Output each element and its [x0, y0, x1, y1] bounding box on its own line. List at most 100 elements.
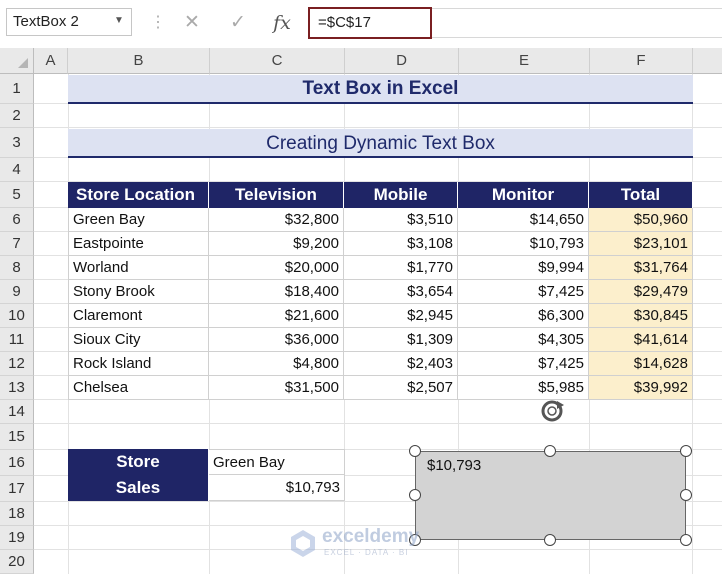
table-cell[interactable]: $50,960	[589, 208, 693, 232]
store-label[interactable]: Store	[68, 449, 209, 475]
row-header[interactable]: 11	[0, 328, 34, 352]
select-all-corner[interactable]	[0, 48, 34, 74]
row-header[interactable]: 6	[0, 208, 34, 232]
table-cell[interactable]: $3,654	[344, 280, 458, 304]
table-cell[interactable]: Green Bay	[68, 208, 209, 232]
watermark-tagline: EXCEL · DATA · BI	[324, 548, 409, 557]
enter-icon[interactable]: ✓	[226, 10, 250, 36]
chevron-down-icon[interactable]: ▼	[112, 13, 126, 29]
table-cell[interactable]: Claremont	[68, 304, 209, 328]
table-cell[interactable]: Sioux City	[68, 328, 209, 352]
row-header[interactable]: 12	[0, 352, 34, 376]
table-cell[interactable]: Stony Brook	[68, 280, 209, 304]
resize-handle-right[interactable]	[680, 489, 692, 501]
table-cell[interactable]: $5,985	[458, 376, 589, 400]
resize-handle-bottom[interactable]	[544, 534, 556, 546]
table-header-cell[interactable]: Store Location	[68, 182, 209, 208]
table-cell[interactable]: $18,400	[209, 280, 344, 304]
row-header[interactable]: 4	[0, 158, 34, 182]
column-header-a[interactable]: A	[34, 48, 68, 74]
resize-handle-top-right[interactable]	[680, 445, 692, 457]
table-cell[interactable]: $39,992	[589, 376, 693, 400]
table-header-cell[interactable]: Total Sales	[589, 182, 693, 230]
column-header-f[interactable]: F	[590, 48, 693, 74]
table-cell[interactable]: $31,500	[209, 376, 344, 400]
table-cell[interactable]: $9,200	[209, 232, 344, 256]
table-cell[interactable]: Worland	[68, 256, 209, 280]
row-header[interactable]: 19	[0, 526, 34, 550]
sales-label[interactable]: Sales	[68, 475, 209, 501]
column-header-b[interactable]: B	[68, 48, 210, 74]
table-cell[interactable]: $32,800	[209, 208, 344, 232]
column-header-g[interactable]	[693, 48, 722, 74]
row-header[interactable]: 20	[0, 550, 34, 574]
watermark-logo: exceldemy EXCEL · DATA · BI	[288, 526, 438, 560]
table-cell[interactable]: $1,770	[344, 256, 458, 280]
table-cell[interactable]: $3,510	[344, 208, 458, 232]
gridline	[34, 127, 722, 128]
text-box-value[interactable]: $10,793	[427, 457, 481, 474]
table-cell[interactable]: $14,628	[589, 352, 693, 376]
table-cell[interactable]: $30,845	[589, 304, 693, 328]
sheet-subtitle[interactable]: Creating Dynamic Text Box	[68, 129, 693, 158]
rotate-handle-icon[interactable]	[538, 397, 566, 425]
row-header[interactable]: 16	[0, 450, 34, 476]
cancel-icon[interactable]: ✕	[180, 10, 204, 36]
table-header-cell[interactable]: Television	[209, 182, 344, 208]
table-cell[interactable]: $21,600	[209, 304, 344, 328]
select-all-icon	[18, 58, 28, 68]
row-header[interactable]: 13	[0, 376, 34, 400]
row-header[interactable]: 18	[0, 502, 34, 526]
row-header[interactable]: 2	[0, 104, 34, 128]
table-cell[interactable]: $7,425	[458, 280, 589, 304]
row-header[interactable]: 17	[0, 476, 34, 502]
table-cell[interactable]: $2,507	[344, 376, 458, 400]
drag-handle-icon[interactable]: ⋮	[150, 12, 166, 34]
table-cell[interactable]: $2,945	[344, 304, 458, 328]
table-cell[interactable]: Eastpointe	[68, 232, 209, 256]
resize-handle-bottom-right[interactable]	[680, 534, 692, 546]
column-header-c[interactable]: C	[210, 48, 345, 74]
table-cell[interactable]: $9,994	[458, 256, 589, 280]
gridline	[34, 423, 722, 424]
table-cell[interactable]: $31,764	[589, 256, 693, 280]
row-header[interactable]: 9	[0, 280, 34, 304]
insert-function-icon[interactable]: fx	[270, 10, 294, 36]
column-header-d[interactable]: D	[345, 48, 459, 74]
table-header-cell[interactable]: Mobile	[344, 182, 458, 208]
table-cell[interactable]: $3,108	[344, 232, 458, 256]
table-cell[interactable]: $1,309	[344, 328, 458, 352]
row-header[interactable]: 14	[0, 400, 34, 424]
row-header[interactable]: 10	[0, 304, 34, 328]
table-cell[interactable]: $4,305	[458, 328, 589, 352]
table-cell[interactable]: $23,101	[589, 232, 693, 256]
table-cell[interactable]: $2,403	[344, 352, 458, 376]
resize-handle-top-left[interactable]	[409, 445, 421, 457]
formula-input-extension[interactable]	[432, 8, 722, 38]
column-header-e[interactable]: E	[459, 48, 590, 74]
table-cell[interactable]: $4,800	[209, 352, 344, 376]
row-header[interactable]: 5	[0, 182, 34, 208]
table-cell[interactable]: $29,479	[589, 280, 693, 304]
formula-input[interactable]: =$C$17	[308, 7, 432, 39]
table-cell[interactable]: Chelsea	[68, 376, 209, 400]
resize-handle-top[interactable]	[544, 445, 556, 457]
table-cell[interactable]: $6,300	[458, 304, 589, 328]
table-cell[interactable]: $10,793	[458, 232, 589, 256]
resize-handle-left[interactable]	[409, 489, 421, 501]
table-cell[interactable]: Rock Island	[68, 352, 209, 376]
row-header[interactable]: 3	[0, 128, 34, 158]
table-cell[interactable]: $41,614	[589, 328, 693, 352]
sales-value-cell[interactable]: $10,793	[209, 475, 345, 501]
table-cell[interactable]: $36,000	[209, 328, 344, 352]
row-header[interactable]: 8	[0, 256, 34, 280]
table-cell[interactable]: $20,000	[209, 256, 344, 280]
table-cell[interactable]: $7,425	[458, 352, 589, 376]
table-header-cell[interactable]: Monitor	[458, 182, 589, 208]
row-header[interactable]: 7	[0, 232, 34, 256]
row-header[interactable]: 15	[0, 424, 34, 450]
store-value-cell[interactable]: Green Bay	[209, 449, 345, 475]
table-cell[interactable]: $14,650	[458, 208, 589, 232]
sheet-title[interactable]: Text Box in Excel	[68, 75, 693, 104]
row-header[interactable]: 1	[0, 74, 34, 104]
